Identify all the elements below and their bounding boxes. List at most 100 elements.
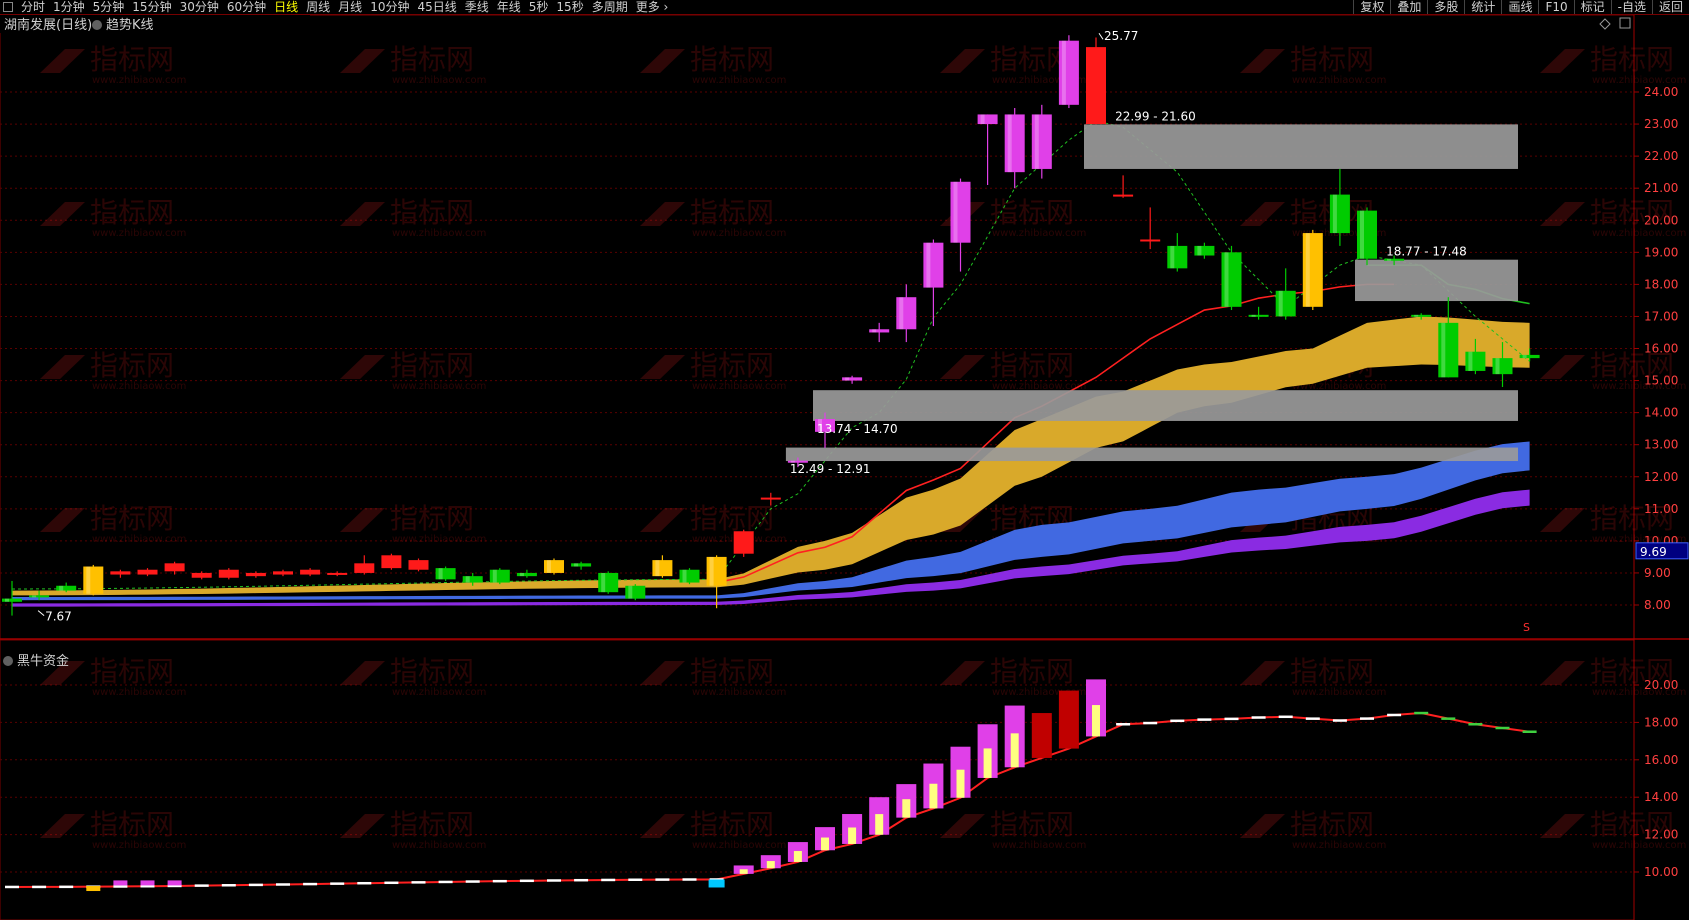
period-tab-0[interactable]: 分时 xyxy=(17,0,49,14)
watermark-logo-icon xyxy=(640,661,685,685)
tool-button-2[interactable]: 多股 xyxy=(1427,0,1464,14)
candle[interactable] xyxy=(1058,35,1079,109)
candle[interactable] xyxy=(435,566,456,581)
candle[interactable] xyxy=(652,555,673,578)
candle[interactable] xyxy=(896,284,917,343)
candle[interactable] xyxy=(1113,175,1134,198)
watermark: 指标网www.zhibiaow.com xyxy=(340,196,486,239)
candle[interactable] xyxy=(1031,104,1052,179)
candle[interactable] xyxy=(869,322,890,343)
watermark-url: www.zhibiaow.com xyxy=(1292,840,1386,851)
watermark-logo-icon xyxy=(1240,49,1285,73)
candle[interactable] xyxy=(408,558,429,572)
candle[interactable] xyxy=(544,558,564,575)
candle[interactable] xyxy=(733,529,754,557)
watermark-text: 指标网 xyxy=(390,43,474,76)
fund-bar xyxy=(1058,690,1079,749)
watermark-url: www.zhibiaow.com xyxy=(1592,381,1686,392)
kline-chart[interactable]: 24.0023.0022.0021.0020.0019.0018.0017.00… xyxy=(0,15,1689,920)
period-tab-15[interactable]: 多周期 xyxy=(588,0,632,14)
candle-body xyxy=(760,497,781,500)
tool-button-3[interactable]: 统计 xyxy=(1464,0,1501,14)
candle[interactable] xyxy=(354,555,375,575)
candle[interactable] xyxy=(381,553,402,570)
tool-button-7[interactable]: -自选 xyxy=(1610,0,1652,14)
candle[interactable] xyxy=(571,561,592,570)
fund-cyan-bar xyxy=(708,879,725,888)
indicator-gear-icon[interactable] xyxy=(92,20,102,30)
period-tab-6[interactable]: 日线 xyxy=(270,0,302,14)
watermark-text: 指标网 xyxy=(990,349,1074,382)
period-tab-1[interactable]: 1分钟 xyxy=(49,0,89,14)
candle[interactable] xyxy=(1221,245,1242,311)
fund-small-bar xyxy=(113,880,128,886)
fund-inner-bar xyxy=(821,837,829,851)
candle[interactable] xyxy=(300,568,321,577)
candle[interactable] xyxy=(245,571,266,578)
watermark-text: 指标网 xyxy=(1590,655,1674,688)
panel-maximize-icon[interactable] xyxy=(1619,17,1631,29)
tool-button-5[interactable]: F10 xyxy=(1538,0,1573,14)
tool-button-1[interactable]: 叠加 xyxy=(1390,0,1427,14)
candle[interactable] xyxy=(137,568,158,577)
sub-indicator-gear-icon[interactable] xyxy=(3,656,13,666)
watermark-url: www.zhibiaow.com xyxy=(1592,840,1686,851)
candle[interactable] xyxy=(1275,268,1296,320)
period-tab-4[interactable]: 30分钟 xyxy=(176,0,223,14)
watermark: 指标网www.zhibiaow.com xyxy=(340,655,486,698)
candle[interactable] xyxy=(1438,297,1459,378)
tool-button-4[interactable]: 画线 xyxy=(1501,0,1538,14)
tool-button-8[interactable]: 返回 xyxy=(1651,0,1689,14)
period-tab-14[interactable]: 15秒 xyxy=(552,0,587,14)
candle[interactable] xyxy=(516,569,537,578)
period-tab-8[interactable]: 月线 xyxy=(334,0,366,14)
period-tab-2[interactable]: 5分钟 xyxy=(89,0,129,14)
candle[interactable] xyxy=(1357,207,1377,266)
candle[interactable] xyxy=(218,568,239,580)
tool-button-6[interactable]: 标记 xyxy=(1573,0,1611,14)
period-tab-10[interactable]: 45日线 xyxy=(413,0,460,14)
watermark-url: www.zhibiaow.com xyxy=(1292,75,1386,86)
candle[interactable] xyxy=(489,568,510,585)
watermark-url: www.zhibiaow.com xyxy=(692,840,786,851)
period-tab-13[interactable]: 5秒 xyxy=(525,0,553,14)
period-tab-5[interactable]: 60分钟 xyxy=(223,0,270,14)
candle-highlight xyxy=(1251,314,1256,317)
candle[interactable] xyxy=(950,178,971,272)
candle[interactable] xyxy=(923,239,944,327)
period-tab-7[interactable]: 周线 xyxy=(302,0,334,14)
panel-expand-icon[interactable] xyxy=(1599,18,1611,30)
candle[interactable] xyxy=(842,375,863,384)
candle[interactable] xyxy=(1167,233,1188,272)
window-icon[interactable] xyxy=(3,2,13,12)
candle[interactable] xyxy=(1194,242,1215,259)
candle[interactable] xyxy=(1248,306,1269,320)
candle[interactable] xyxy=(1004,108,1025,189)
tool-button-0[interactable]: 复权 xyxy=(1353,0,1390,14)
candle[interactable] xyxy=(977,114,998,185)
watermark-text: 指标网 xyxy=(1590,502,1674,535)
candle[interactable] xyxy=(1302,229,1323,311)
candle[interactable] xyxy=(706,555,727,609)
period-tab-12[interactable]: 年线 xyxy=(493,0,525,14)
watermark: 指标网www.zhibiaow.com xyxy=(40,43,186,86)
candle[interactable] xyxy=(625,584,646,601)
period-tab-9[interactable]: 10分钟 xyxy=(366,0,413,14)
candle[interactable] xyxy=(598,571,619,594)
candle[interactable] xyxy=(83,564,104,596)
period-tab-3[interactable]: 15分钟 xyxy=(128,0,175,14)
watermark-logo-icon xyxy=(40,49,85,73)
candle-body xyxy=(137,569,158,575)
candle[interactable] xyxy=(679,568,700,585)
candle[interactable] xyxy=(273,569,293,577)
candle[interactable] xyxy=(191,571,212,580)
fund-inner-bar xyxy=(956,769,965,798)
candle[interactable] xyxy=(110,569,131,578)
period-tab-11[interactable]: 季线 xyxy=(461,0,493,14)
candle[interactable] xyxy=(1086,37,1106,125)
low-price-label: 7.67 xyxy=(45,610,72,624)
period-tab-16[interactable]: 更多 › xyxy=(632,0,673,14)
candle-highlight xyxy=(953,181,958,243)
candle[interactable] xyxy=(327,571,348,577)
candle[interactable] xyxy=(1140,207,1161,250)
